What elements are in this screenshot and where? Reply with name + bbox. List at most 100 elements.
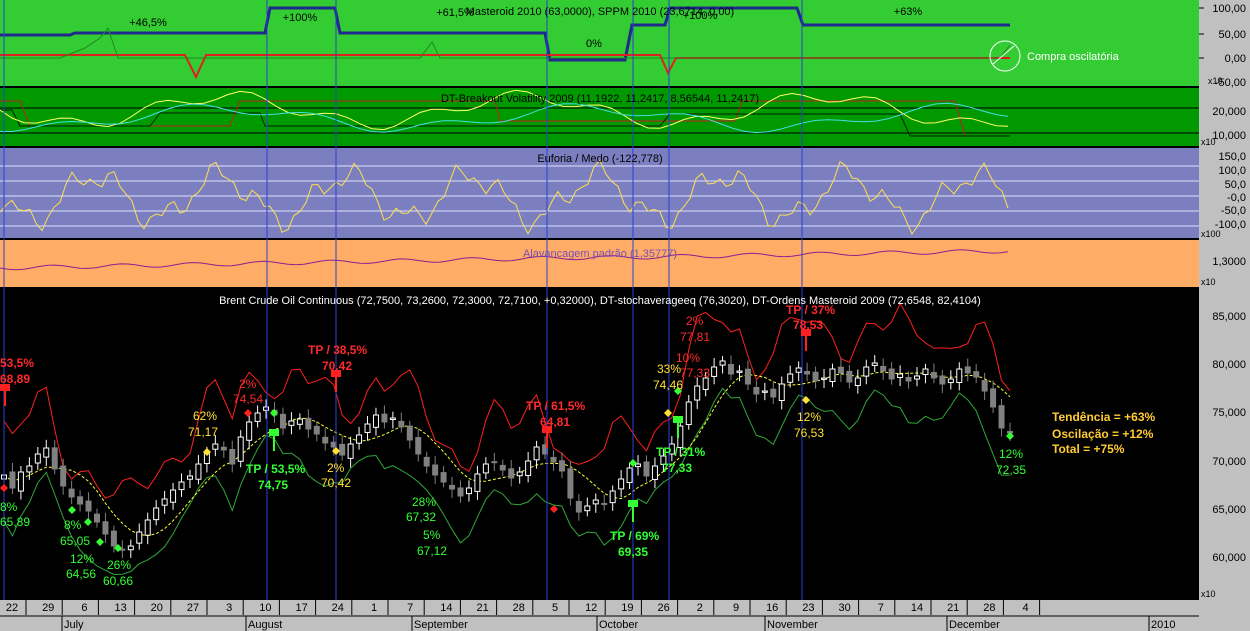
candle-body bbox=[533, 446, 540, 461]
candle-body bbox=[9, 471, 16, 489]
candle-body bbox=[897, 373, 904, 378]
candle-body bbox=[626, 467, 633, 483]
candle-body bbox=[296, 418, 303, 425]
candle-body bbox=[821, 377, 828, 380]
y-tick: 20,000 bbox=[1212, 106, 1246, 118]
trade-label: 74,75 bbox=[258, 478, 288, 492]
candle-body bbox=[998, 405, 1005, 429]
candle-body bbox=[170, 489, 177, 503]
candle-body bbox=[398, 420, 405, 428]
month-label: October bbox=[599, 619, 638, 631]
y-tick: 85,000 bbox=[1212, 311, 1246, 323]
trade-label: 5% bbox=[423, 528, 441, 542]
trade-label: 68,89 bbox=[0, 372, 30, 386]
candle-body bbox=[804, 370, 811, 375]
candle-body bbox=[711, 366, 718, 377]
exit-flag-icon bbox=[673, 416, 683, 423]
candle-body bbox=[178, 481, 185, 491]
candle-body bbox=[161, 498, 168, 506]
candle-body bbox=[914, 375, 921, 380]
axis-scale: x10 bbox=[1201, 589, 1216, 599]
x-tick: 24 bbox=[332, 602, 344, 614]
candle-body bbox=[736, 370, 743, 373]
candle-body bbox=[525, 460, 532, 476]
x-tick: 28 bbox=[983, 602, 995, 614]
x-tick: 3 bbox=[226, 602, 232, 614]
axis-scale: x10 bbox=[1208, 76, 1223, 86]
candle-body bbox=[829, 368, 836, 382]
exit-flag-icon bbox=[628, 500, 638, 507]
y-tick: 50,0 bbox=[1225, 179, 1246, 191]
x-tick: 1 bbox=[371, 602, 377, 614]
candle-body bbox=[854, 377, 861, 386]
candle-body bbox=[85, 500, 92, 512]
trade-label: 12% bbox=[999, 447, 1023, 461]
x-tick: 14 bbox=[440, 602, 452, 614]
trading-chart: Masteroid 2010 (63,0000), SPPM 2010 (23,… bbox=[0, 0, 1250, 631]
trade-label: 12% bbox=[797, 410, 821, 424]
summary-oscillation: Oscilação = +12% bbox=[1052, 427, 1154, 441]
candle-body bbox=[254, 412, 261, 422]
x-tick: 23 bbox=[802, 602, 814, 614]
candle-body bbox=[457, 487, 464, 497]
trade-label: TP / 53,5% bbox=[246, 462, 305, 476]
y-tick: 70,000 bbox=[1212, 456, 1246, 468]
candle-body bbox=[110, 530, 117, 547]
x-tick: 30 bbox=[838, 602, 850, 614]
candle-body bbox=[474, 473, 481, 492]
candle-body bbox=[305, 417, 312, 430]
candle-body bbox=[237, 436, 244, 462]
month-label: November bbox=[767, 619, 818, 631]
trade-label: 74,54 bbox=[233, 392, 263, 406]
x-tick: 6 bbox=[81, 602, 87, 614]
candle-body bbox=[685, 401, 692, 425]
candle-body bbox=[516, 471, 523, 477]
candle-body bbox=[263, 406, 270, 411]
price-title: Brent Crude Oil Continuous (72,7500, 73,… bbox=[219, 295, 981, 307]
trade-label: 8% bbox=[0, 500, 18, 514]
candle-body bbox=[508, 468, 515, 479]
candle-body bbox=[795, 367, 802, 373]
x-tick: 14 bbox=[911, 602, 923, 614]
trade-label: 28% bbox=[412, 495, 436, 509]
x-tick: 26 bbox=[657, 602, 669, 614]
trade-label: 71,17 bbox=[188, 425, 218, 439]
trade-label: 12% bbox=[70, 552, 94, 566]
candle-body bbox=[212, 443, 219, 450]
y-tick: 100,0 bbox=[1218, 165, 1246, 177]
x-tick: 9 bbox=[733, 602, 739, 614]
x-tick: 10 bbox=[259, 602, 271, 614]
x-tick: 21 bbox=[947, 602, 959, 614]
candle-body bbox=[432, 464, 439, 476]
y-tick: 1,3000 bbox=[1212, 256, 1246, 268]
candle-body bbox=[186, 475, 193, 480]
candle-body bbox=[440, 472, 447, 483]
candle-body bbox=[482, 463, 489, 474]
x-tick: 19 bbox=[621, 602, 633, 614]
candle-body bbox=[449, 484, 456, 490]
candle-body bbox=[330, 441, 337, 448]
x-tick: 22 bbox=[6, 602, 18, 614]
trade-label: 65,05 bbox=[60, 534, 90, 548]
x-tick: 21 bbox=[476, 602, 488, 614]
trade-label: TP / 69% bbox=[610, 529, 659, 543]
month-label: July bbox=[64, 619, 84, 631]
candle-body bbox=[34, 453, 41, 464]
candle-body bbox=[880, 365, 887, 372]
candle-body bbox=[288, 420, 295, 426]
candle-body bbox=[601, 502, 608, 505]
trade-label: 64,81 bbox=[540, 415, 570, 429]
candle-body bbox=[837, 366, 844, 374]
candle-body bbox=[313, 425, 320, 435]
x-tick: 5 bbox=[552, 602, 558, 614]
candle-body bbox=[322, 436, 329, 444]
masteroid-annotation: +100% bbox=[683, 10, 718, 22]
candle-body bbox=[990, 388, 997, 408]
exit-flag-icon bbox=[269, 429, 279, 436]
candle-body bbox=[246, 421, 253, 441]
candle-body bbox=[846, 370, 853, 383]
x-tick: 28 bbox=[513, 602, 525, 614]
candle-body bbox=[871, 362, 878, 366]
trade-label: 77,33 bbox=[680, 366, 710, 380]
candle-body bbox=[651, 465, 658, 480]
